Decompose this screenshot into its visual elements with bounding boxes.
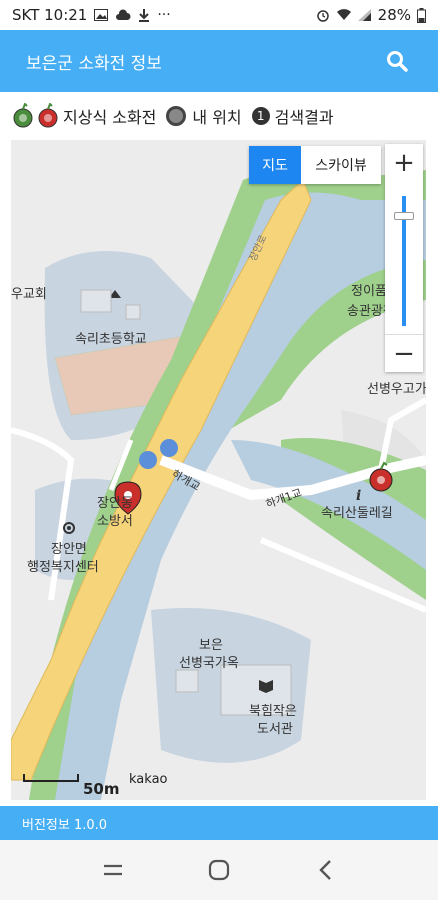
label-house-1: 보은 (199, 638, 223, 653)
zoom-handle[interactable] (394, 211, 414, 220)
map-type-skyview-button[interactable]: 스카이뷰 (301, 146, 381, 184)
label-library-2: 도서관 (257, 722, 293, 737)
app-bar: 보은군 소화전 정보 (0, 30, 438, 92)
legend-location-label: 내 위치 (192, 108, 242, 127)
home-icon (208, 859, 230, 881)
label-office-1: 장안면 (51, 542, 87, 557)
my-location-icon (166, 106, 187, 126)
zoom-in-button[interactable]: + (385, 144, 423, 182)
map-view[interactable]: i 우교회 속리초등학교 정이품 송관광청 선병우고가 장안로 하개교 하개1교… (11, 140, 426, 800)
image-icon (94, 9, 109, 21)
search-button[interactable] (382, 46, 412, 76)
hydrant-red-icon (38, 103, 58, 128)
battery-icon (417, 7, 426, 23)
label-church: 우교회 (11, 287, 47, 302)
map-attribution: kakao (129, 772, 168, 787)
status-bar: SKT 10:21 ··· 28% (0, 0, 438, 30)
more-icon: ··· (157, 7, 171, 23)
search-icon (387, 51, 408, 72)
label-seonbyeong: 선병우고가 (367, 382, 426, 397)
label-jeongi-1: 정이품 (351, 284, 387, 299)
alarm-icon (316, 10, 329, 22)
label-office-2: 행정복지센터 (27, 560, 99, 575)
label-hydrant-2: 소방서 (97, 514, 133, 529)
hydrant-green-icon (13, 103, 33, 128)
battery-text: 28% (377, 6, 411, 24)
result-marker-icon: 1 (251, 107, 270, 125)
zoom-out-button[interactable]: − (385, 334, 423, 372)
back-button[interactable] (305, 850, 345, 890)
legend-result: 1 검색결과 (251, 104, 334, 128)
carrier-time: SKT 10:21 (12, 6, 88, 24)
label-hydrant-1: 장안동 (97, 496, 133, 511)
legend-result-label: 검색결과 (274, 108, 334, 127)
legend-location: 내 위치 (166, 104, 242, 128)
back-icon (319, 860, 331, 880)
legend-hydrant-label: 지상식 소화전 (63, 108, 157, 127)
home-button[interactable] (199, 850, 239, 890)
cloud-icon (116, 9, 131, 20)
scale-bar (23, 774, 79, 782)
map-type-map-button[interactable]: 지도 (249, 146, 301, 184)
app-title: 보은군 소화전 정보 (26, 53, 162, 74)
label-school: 속리초등학교 (75, 332, 147, 347)
label-trail: 속리산둘레길 (321, 506, 393, 521)
version-label: 버전정보 1.0.0 (22, 817, 108, 833)
legend: 지상식 소화전 내 위치 1 검색결과 (0, 92, 438, 140)
wifi-icon (336, 9, 351, 20)
download-icon (139, 9, 150, 22)
version-footer: 버전정보 1.0.0 (0, 806, 438, 840)
legend-hydrant: 지상식 소화전 (12, 103, 156, 129)
label-house-2: 선병국가옥 (179, 656, 239, 671)
zoom-control: + − (385, 144, 423, 372)
label-library-1: 북힘작은 (249, 704, 297, 719)
scale-label: 50m (83, 780, 120, 798)
map-canvas: i (11, 140, 426, 800)
system-nav-bar (0, 840, 438, 900)
recents-icon (104, 864, 122, 876)
recents-button[interactable] (93, 850, 133, 890)
signal-icon (357, 9, 371, 21)
map-type-toggle: 지도 스카이뷰 (249, 146, 381, 184)
